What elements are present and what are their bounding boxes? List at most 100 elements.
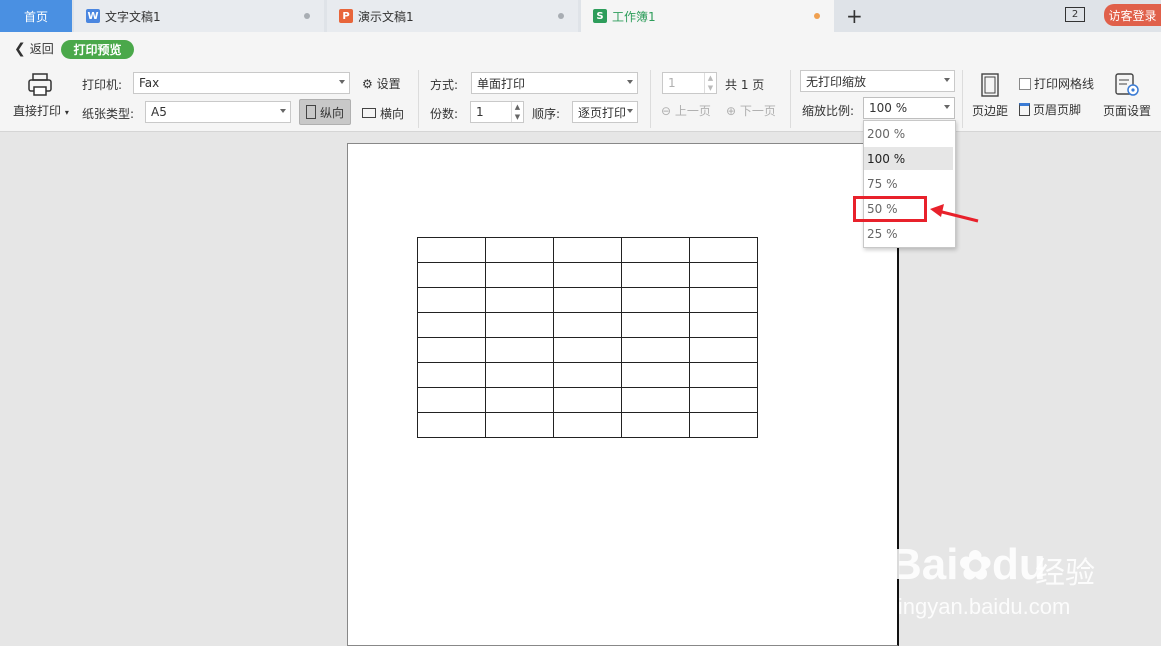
table-cell	[485, 237, 554, 263]
tab-workbook[interactable]: S 工作簿1	[581, 0, 834, 32]
watermark-url: jingyan.baidu.com	[893, 594, 1071, 619]
tab-presentation[interactable]: P 演示文稿1	[327, 0, 578, 32]
annotation-arrow-icon	[930, 204, 979, 223]
table-cell	[689, 337, 758, 363]
print-gridlines-label: 打印网格线	[1034, 77, 1095, 91]
table-cell	[621, 262, 690, 288]
window-count-icon[interactable]: 2	[1065, 7, 1085, 22]
paper-type-label: 纸张类型:	[82, 107, 135, 121]
divider	[962, 70, 963, 128]
scale-option-200[interactable]: 200 %	[864, 122, 953, 145]
table-row	[417, 362, 758, 388]
table-cell	[485, 362, 554, 388]
copies-label: 份数:	[430, 107, 459, 121]
print-preview-page	[347, 143, 899, 646]
back-button[interactable]: ❮ 返回	[14, 40, 54, 57]
tab-presentation-label: 演示文稿1	[358, 9, 414, 24]
print-gridlines-checkbox[interactable]: 打印网格线	[1019, 75, 1094, 92]
arrow-left-circle-icon: ⊖	[661, 104, 672, 118]
divider	[418, 70, 419, 128]
print-order-select[interactable]: 逐页打印	[572, 101, 638, 123]
table-cell	[417, 262, 486, 288]
page-margins-icon[interactable]	[980, 73, 1000, 100]
watermark-jingyan: 经验	[1035, 557, 1095, 590]
prev-page-button[interactable]: ⊖ 上一页	[661, 102, 711, 119]
total-pages: 共 1 页	[725, 78, 765, 92]
table-cell	[621, 312, 690, 338]
guest-login-button[interactable]: 访客登录	[1104, 4, 1161, 26]
table-cell	[417, 312, 486, 338]
printer-settings-button[interactable]: ⚙ 设置	[362, 75, 401, 92]
table-cell	[621, 387, 690, 413]
checkbox-icon	[1019, 78, 1031, 90]
table-cell	[485, 412, 554, 438]
table-row	[417, 262, 758, 288]
paw-icon: ✿	[958, 544, 992, 588]
tab-home[interactable]: 首页	[0, 0, 72, 32]
scale-ratio-value: 100 %	[869, 101, 908, 115]
writer-icon: W	[86, 9, 100, 23]
table-cell	[553, 362, 622, 388]
arrow-right-circle-icon: ⊕	[726, 104, 737, 118]
table-cell	[553, 237, 622, 263]
presentation-icon: P	[339, 9, 353, 23]
copies-stepper[interactable]: 1 ▲ ▼	[470, 101, 524, 123]
watermark-brand: Bai	[890, 540, 959, 589]
scale-option-75[interactable]: 75 %	[864, 172, 953, 195]
header-footer-button[interactable]: 页眉页脚	[1019, 101, 1081, 118]
table-cell	[689, 287, 758, 313]
portrait-icon	[305, 105, 316, 119]
tab-close-dot[interactable]	[558, 13, 564, 19]
preview-table	[417, 237, 758, 438]
print-method-select[interactable]: 单面打印	[471, 72, 638, 94]
page-setup-button[interactable]: 页面设置	[1103, 102, 1151, 119]
print-method-value: 单面打印	[477, 76, 526, 91]
scale-option-25[interactable]: 25 %	[864, 222, 953, 245]
page-setup-icon[interactable]	[1114, 73, 1140, 100]
table-row	[417, 387, 758, 413]
baidu-logo: Bai✿du	[890, 540, 1046, 590]
table-row	[417, 312, 758, 338]
table-row	[417, 412, 758, 438]
next-page-label: 下一页	[739, 104, 776, 118]
spreadsheet-icon: S	[593, 9, 607, 23]
table-cell	[417, 412, 486, 438]
stepper-arrows-icon[interactable]: ▲ ▼	[704, 73, 716, 93]
new-tab-button[interactable]: +	[846, 4, 863, 28]
page-number-value: 1	[668, 76, 676, 90]
tab-close-dot[interactable]	[304, 13, 310, 19]
table-cell	[553, 312, 622, 338]
table-cell	[485, 387, 554, 413]
print-order-value: 逐页打印	[578, 105, 627, 120]
direct-print-label: 直接打印	[13, 104, 62, 118]
table-cell	[689, 312, 758, 338]
page-number-stepper[interactable]: 1 ▲ ▼	[662, 72, 717, 94]
table-cell	[689, 237, 758, 263]
printer-icon[interactable]	[27, 73, 53, 100]
direct-print-button[interactable]: 直接打印 ▾	[13, 102, 69, 119]
next-page-button[interactable]: ⊕ 下一页	[726, 102, 776, 119]
scale-ratio-select[interactable]: 100 %	[863, 97, 955, 119]
stepper-arrows-icon[interactable]: ▲ ▼	[511, 102, 523, 122]
table-cell	[417, 287, 486, 313]
page-margins-button[interactable]: 页边距	[972, 102, 1008, 119]
chevron-left-icon: ❮	[14, 41, 26, 57]
chevron-down-icon	[280, 109, 286, 113]
scaling-mode-select[interactable]: 无打印缩放	[800, 70, 955, 92]
table-cell	[417, 337, 486, 363]
chevron-down-icon	[339, 80, 345, 84]
tab-document-label: 文字文稿1	[105, 9, 161, 24]
print-method-label: 方式:	[430, 78, 459, 92]
portrait-button[interactable]: 纵向	[299, 99, 351, 125]
landscape-button[interactable]: 横向	[362, 105, 404, 122]
copies-value: 1	[476, 105, 484, 119]
tab-document[interactable]: W 文字文稿1	[74, 0, 324, 32]
paper-type-select[interactable]: A5	[145, 101, 291, 123]
scale-option-100[interactable]: 100 %	[864, 147, 953, 170]
table-row	[417, 287, 758, 313]
table-cell	[417, 237, 486, 263]
table-cell	[621, 362, 690, 388]
unsaved-dot[interactable]	[814, 13, 820, 19]
tab-bar: 首页 W 文字文稿1 P 演示文稿1 S 工作簿1 + 2 访客登录	[0, 0, 1161, 32]
printer-select[interactable]: Fax	[133, 72, 350, 94]
